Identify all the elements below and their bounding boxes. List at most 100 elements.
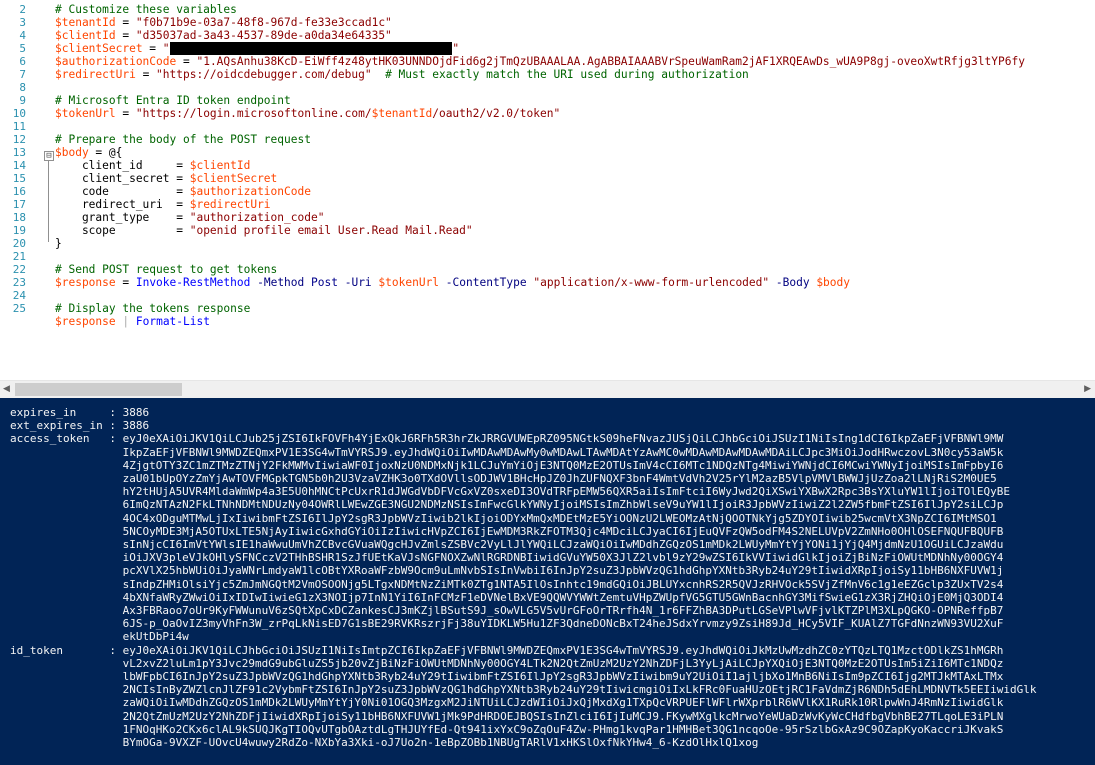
code-token: Invoke-RestMethod <box>135 276 251 289</box>
line-number: 19 <box>12 224 26 237</box>
code-token: "f0b71b9e-03a7-48f8-967d-fe33e3ccad1c" <box>135 16 392 29</box>
code-token: grant_type = <box>55 211 190 224</box>
code-line[interactable]: scope = "openid profile email User.Read … <box>55 224 473 237</box>
code-token: $tenantId <box>55 16 116 29</box>
code-line[interactable]: $clientSecret = " " <box>55 42 459 55</box>
scroll-right-arrow-icon[interactable]: ▶ <box>1084 384 1091 394</box>
console-line: ext_expires_in : 3886 <box>10 419 150 433</box>
line-number: 23 <box>12 276 26 289</box>
console-line: 1FNOqHKo2CKx6clAL9kSUQJKgTIOQvUTgbOAztdL… <box>10 722 1004 736</box>
code-token: $tokenUrl <box>378 276 440 289</box>
console-line: vL2xvZ2luLm1pY3Jvc29mdG9ubGluZS5jb20vZjB… <box>10 656 1004 670</box>
code-line[interactable]: $tenantId = "f0b71b9e-03a7-48f8-967d-fe3… <box>55 16 392 29</box>
code-token: $clientSecret <box>189 172 278 185</box>
console-line: zaWQiOiIwMDdhZGQzOS1mMDk2LWUyMmYtYjY0Ni0… <box>10 696 1004 710</box>
code-token: $body <box>55 146 89 159</box>
code-token: $clientSecret <box>55 42 143 55</box>
code-line[interactable]: $authorizationCode = "1.AQsAnhu38KcD-EiW… <box>55 55 1025 68</box>
code-line[interactable]: $response | Format-List <box>55 315 210 328</box>
console-line: pcXVlX25hbWUiOiJyaWNrLmdyaW1lcOBtYXRoaWF… <box>10 564 1004 578</box>
code-token: -Method <box>257 276 305 289</box>
console-line: 6ImQzNTAzN2FkLTNhNDMtNDUzNy04OWRlLWEwZGE… <box>10 498 1004 512</box>
code-line[interactable]: $redirectUri = "https://oidcdebugger.com… <box>55 68 749 81</box>
code-token: client_secret = <box>55 172 190 185</box>
line-number: 25 <box>12 302 26 315</box>
code-line[interactable]: # Customize these variables <box>55 3 237 16</box>
line-number: 2 <box>19 3 26 16</box>
code-token: redirect_uri = <box>55 198 190 211</box>
console-line: id_token : eyJ0eXAiOiJKV1QiLCJhbGciOiJSU… <box>10 643 1004 657</box>
code-token: $clientId <box>55 29 116 42</box>
console-line: iOiJXV3pleVJkOHlySFNCczV2THhBSHR1SzJfUEt… <box>10 551 1004 565</box>
fold-toggle-icon[interactable]: ⊟ <box>44 151 54 161</box>
code-line[interactable]: $clientId = "d35037ad-3a43-4537-89de-a0d… <box>55 29 392 42</box>
code-line[interactable]: grant_type = "authorization_code" <box>55 211 325 224</box>
line-number: 10 <box>12 107 26 120</box>
code-line[interactable]: } <box>55 237 62 250</box>
code-token: -Uri <box>344 276 372 289</box>
line-number: 9 <box>19 94 26 107</box>
code-line[interactable]: $body = @{ <box>55 146 122 159</box>
line-number: 18 <box>12 211 26 224</box>
console-line: hY2tHUjA5UVR4MldaWmWp4a3E5U0hMNCtPcUxrR1… <box>10 485 1011 499</box>
console-line: 4OC4xODguMTMwLjIxIiwibmFtZSI6IlJpY2sgR3J… <box>10 511 997 525</box>
console-line: 5NCOyMDE3MjA5OTUxLTE5NjAyIiwicGxhdGYiOiI… <box>10 524 1004 538</box>
code-line[interactable]: # Microsoft Entra ID token endpoint <box>55 94 291 107</box>
code-token: $clientId <box>189 159 251 172</box>
code-token: = <box>115 276 136 289</box>
code-line[interactable]: $response = Invoke-RestMethod -Method Po… <box>55 276 850 289</box>
line-number: 11 <box>12 120 26 133</box>
scroll-left-arrow-icon[interactable]: ◀ <box>3 384 10 394</box>
console-line: 2N2QtZmUzM2UzY2NhZDFjIiwidXRpIjoiSy11bHB… <box>10 709 1004 723</box>
code-token: Post <box>311 276 338 289</box>
code-token: "application/x-www-form-urlencoded" <box>533 276 770 289</box>
line-number: 12 <box>12 133 26 146</box>
code-token: # Microsoft Entra ID token endpoint <box>55 94 291 107</box>
console-line: zaU01bUpOYzZmYjAwTOVFMGpkTGN5b0h2U3VzaVZ… <box>10 472 997 485</box>
scrollbar-thumb[interactable] <box>15 383 182 396</box>
horizontal-scrollbar[interactable]: ◀ ▶ <box>0 380 1095 398</box>
code-token: = <box>176 55 197 68</box>
code-token: # Prepare the body of the POST request <box>55 133 311 146</box>
line-number: 8 <box>19 81 26 94</box>
code-line[interactable]: # Display the tokens response <box>55 302 250 315</box>
line-number: 24 <box>12 289 26 302</box>
console-line: 2NCIsInByZWZlcnJlZF91c2VybmFtZSI6InJpY2s… <box>10 683 1037 697</box>
code-token: "d35037ad-3a43-4537-89de-a0da34e64335" <box>135 29 392 42</box>
console-line: IkpZaEFjVFBNWl9MWDZEQmxPV1E3SG4wTmVYRSJ9… <box>10 445 1004 459</box>
console-line: access_token : eyJ0eXAiOiJKV1QiLCJub25jZ… <box>10 432 1004 446</box>
line-number: 5 <box>19 42 26 55</box>
console-line: lbWFpbCI6InJpY2suZ3JpbWVzQG1hdGhpYXNtb3R… <box>10 670 1004 683</box>
line-number: 14 <box>12 159 26 172</box>
code-token: client_id = <box>55 159 190 172</box>
code-token: $authorizationCode <box>189 185 311 198</box>
code-line[interactable]: client_id = $clientId <box>55 159 250 172</box>
code-line[interactable]: # Prepare the body of the POST request <box>55 133 311 146</box>
code-token: /oauth2/v2.0/token" <box>432 107 561 120</box>
console-line: expires_in : 3886 <box>10 406 150 419</box>
code-line[interactable]: code = $authorizationCode <box>55 185 311 198</box>
line-number: 4 <box>19 29 26 42</box>
code-token: $authorizationCode <box>55 55 177 68</box>
console-line: Ax3FBRaoo7oUr9KyFWWunuV6zSQtXpCxDCZankes… <box>10 604 1004 617</box>
code-line[interactable]: # Send POST request to get tokens <box>55 263 277 276</box>
code-token: -ContentType <box>445 276 527 289</box>
code-token: = <box>135 68 157 81</box>
code-line[interactable]: $tokenUrl = "https://login.microsoftonli… <box>55 107 560 120</box>
script-editor-pane[interactable]: 2 3 4 5 6 7 8 9 10 11 12 13 14 15 16 17 18 19 20 21 22 23 24 25… <box>0 0 1095 380</box>
code-token: $tenantId <box>371 107 433 120</box>
code-line[interactable]: redirect_uri = $redirectUri <box>55 198 271 211</box>
line-number: 13 <box>12 146 26 159</box>
line-number: 17 <box>12 198 26 211</box>
line-number: 15 <box>12 172 26 185</box>
code-token: "https://oidcdebugger.com/debug" <box>156 68 372 81</box>
code-token: # Customize these variables <box>55 3 237 16</box>
code-token: " <box>452 42 460 55</box>
console-output-pane[interactable]: expires_in : 3886 ext_expires_in : 3886 ac… <box>0 398 1095 765</box>
code-line[interactable]: client_secret = $clientSecret <box>55 172 277 185</box>
